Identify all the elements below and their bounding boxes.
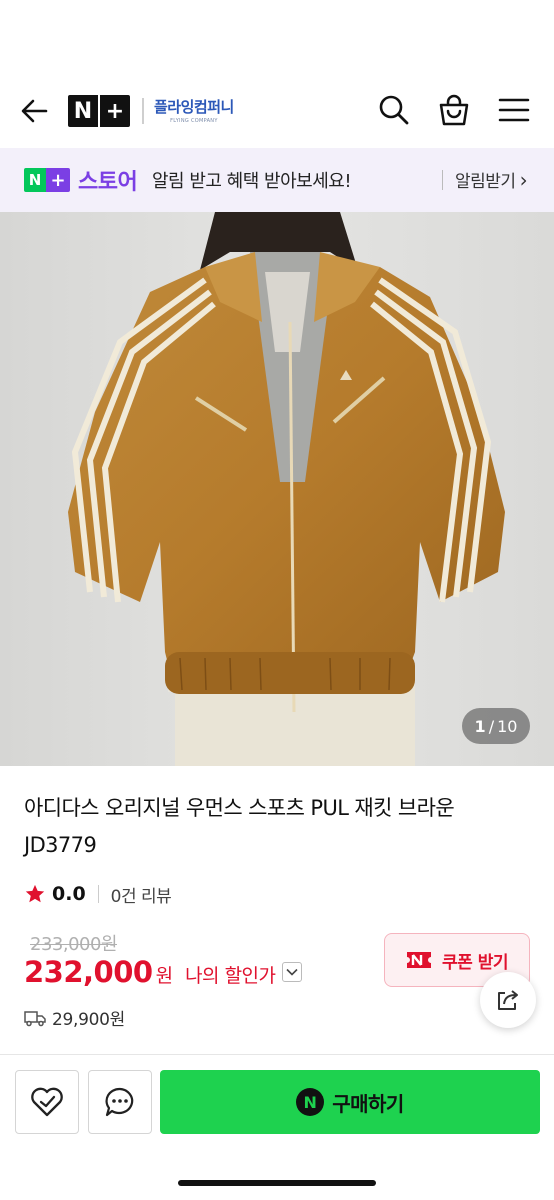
rating-score: 0.0: [52, 883, 86, 905]
original-price: 233,000원: [30, 934, 118, 955]
chat-bubble-icon: [105, 1087, 134, 1117]
rating-separator: [97, 885, 99, 903]
back-button[interactable]: [18, 94, 52, 128]
shopping-bag-icon: [439, 94, 469, 126]
search-button[interactable]: [376, 92, 412, 128]
shipping-row: 29,900원: [24, 1005, 125, 1030]
image-counter-total: 10: [497, 716, 518, 736]
product-title: 아디다스 오리지널 우먼스 스포츠 PUL 재킷 브라운 JD3779: [24, 796, 455, 857]
wishlist-button[interactable]: [15, 1070, 79, 1134]
store-name-en: FLYING COMPANY: [170, 118, 218, 124]
subscribe-alert-button[interactable]: 알림받기 ›: [455, 167, 528, 193]
naver-coupon-icon: [407, 952, 431, 968]
share-icon: [498, 990, 518, 1010]
buy-label: 구매하기: [332, 1091, 404, 1116]
my-discount-label: 나의 할인가: [185, 965, 276, 987]
price-row: 232,000 원 나의 할인가: [24, 955, 302, 989]
store-logo-divider: [142, 98, 144, 124]
product-image[interactable]: [0, 212, 554, 766]
top-header: N + 플라잉컴퍼니 FLYING COMPANY: [0, 72, 554, 148]
store-word: 스토어: [78, 170, 138, 195]
notice-separator: [442, 170, 443, 190]
shopping-bag-button[interactable]: [436, 92, 472, 128]
image-counter-current: 1: [474, 716, 486, 736]
chevron-right-icon: ›: [519, 167, 528, 192]
sale-price: 232,000: [24, 955, 153, 989]
price-unit: 원: [155, 965, 174, 987]
store-logo[interactable]: 플라잉컴퍼니 FLYING COMPANY: [142, 96, 234, 124]
menu-button[interactable]: [496, 92, 532, 128]
naver-plus-badge: N +: [24, 168, 70, 192]
coupon-label: 쿠폰 받기: [442, 952, 508, 973]
store-name: 플라잉컴퍼니: [154, 98, 234, 116]
image-counter: 1 / 10: [462, 708, 530, 744]
arrow-left-icon: [21, 99, 48, 123]
star-icon: [25, 884, 45, 903]
buy-button[interactable]: N 구매하기: [160, 1070, 540, 1134]
badge-n: N: [24, 168, 46, 192]
delivery-truck-icon: [24, 1010, 46, 1026]
logo-plus: +: [105, 98, 125, 124]
discount-dropdown-button[interactable]: [281, 962, 302, 982]
hamburger-menu-icon: [498, 98, 530, 122]
shipping-fee: 29,900원: [52, 1010, 126, 1030]
badge-plus: +: [46, 168, 70, 192]
image-counter-separator: /: [488, 716, 495, 736]
rating-row[interactable]: 0.0 0건 리뷰: [24, 880, 172, 908]
logo-n: N: [73, 98, 93, 124]
subscribe-label: 알림받기: [455, 172, 516, 192]
chevron-down-icon: [285, 968, 298, 976]
home-indicator: [178, 1180, 376, 1186]
notice-message: 알림 받고 혜택 받아보세요!: [152, 171, 352, 192]
jacket-photo-illustration: [0, 212, 554, 766]
naver-n-icon: N: [296, 1088, 325, 1116]
search-icon: [379, 95, 409, 125]
notification-banner: N + 스토어 알림 받고 혜택 받아보세요! 알림받기 ›: [0, 148, 554, 212]
talk-talk-button[interactable]: [88, 1070, 152, 1134]
naver-plus-logo[interactable]: N +: [68, 95, 130, 127]
share-button[interactable]: [480, 972, 536, 1028]
review-count: 0건 리뷰: [110, 886, 172, 907]
heart-check-icon: [31, 1087, 63, 1117]
